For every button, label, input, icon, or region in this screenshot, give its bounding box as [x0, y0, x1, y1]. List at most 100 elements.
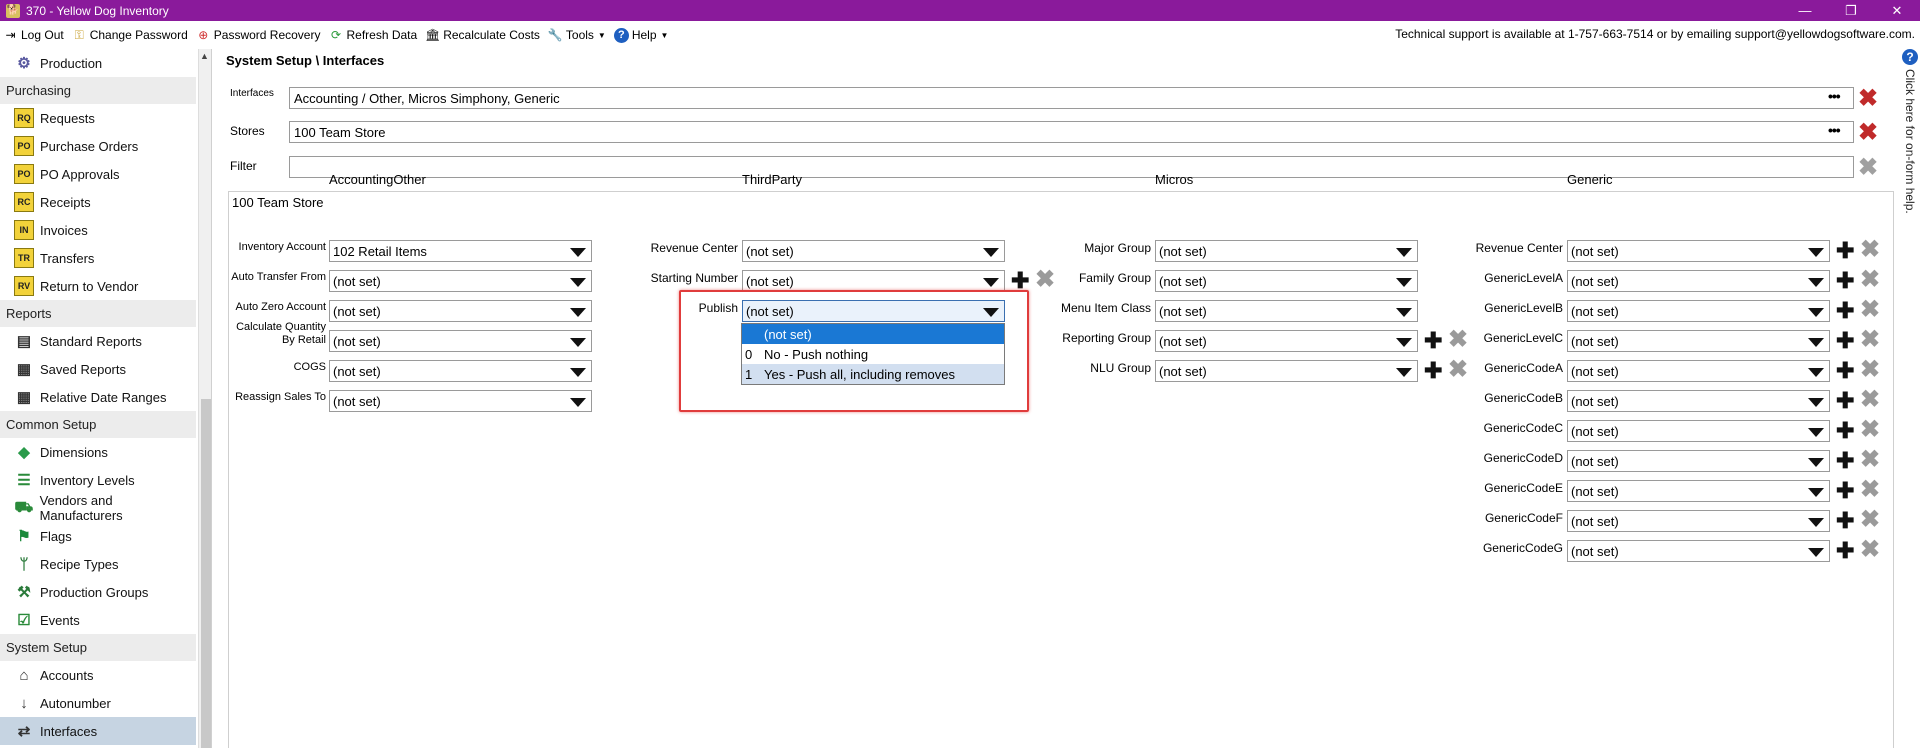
- micros-reporting-group-clear-button[interactable]: ✖: [1448, 328, 1468, 352]
- micros-reporting-group-dropdown[interactable]: (not set): [1155, 330, 1418, 352]
- dropdown-arrow-icon[interactable]: [1808, 338, 1824, 347]
- clear-interfaces-button[interactable]: ✖: [1857, 85, 1879, 112]
- sidebar-section-purchasing[interactable]: Purchasing: [0, 77, 196, 104]
- dropdown-arrow-icon[interactable]: [1808, 488, 1824, 497]
- generic-genericlevelb-clear-button[interactable]: ✖: [1860, 298, 1880, 322]
- refresh-data-button[interactable]: ⟳ Refresh Data: [325, 24, 420, 46]
- sidebar-section-common-setup[interactable]: Common Setup: [0, 411, 196, 438]
- sidebar-item-standard-reports[interactable]: ▤ Standard Reports: [0, 327, 196, 355]
- thirdparty-starting-number-clear-button[interactable]: ✖: [1035, 268, 1055, 292]
- generic-genericlevela-add-button[interactable]: ✚: [1836, 270, 1854, 292]
- generic-genericlevelb-add-button[interactable]: ✚: [1836, 300, 1854, 322]
- dropdown-arrow-icon[interactable]: [1396, 308, 1412, 317]
- thirdparty-publish-dropdown[interactable]: (not set): [742, 300, 1005, 322]
- dropdown-arrow-icon[interactable]: [983, 248, 999, 257]
- generic-genericlevela-clear-button[interactable]: ✖: [1860, 268, 1880, 292]
- micros-menu-item-class-dropdown[interactable]: (not set): [1155, 300, 1418, 322]
- micros-major-group-dropdown[interactable]: (not set): [1155, 240, 1418, 262]
- generic-genericcodea-add-button[interactable]: ✚: [1836, 360, 1854, 382]
- generic-genericcoded-add-button[interactable]: ✚: [1836, 450, 1854, 472]
- sidebar-item-requests[interactable]: RQ Requests: [0, 104, 196, 132]
- thirdparty-starting-number-dropdown[interactable]: (not set): [742, 270, 1005, 292]
- dropdown-arrow-icon[interactable]: [1808, 368, 1824, 377]
- clear-filter-button[interactable]: ✖: [1857, 154, 1879, 181]
- dropdown-arrow-icon[interactable]: [1808, 308, 1824, 317]
- stores-field[interactable]: 100 Team Store: [289, 121, 1854, 143]
- generic-genericcodea-dropdown[interactable]: (not set): [1567, 360, 1830, 382]
- accounting-cogs-dropdown[interactable]: (not set): [329, 360, 592, 382]
- sidebar-item-interfaces[interactable]: ⇄ Interfaces: [0, 717, 196, 745]
- generic-revenue-center-add-button[interactable]: ✚: [1836, 240, 1854, 262]
- generic-genericcodeb-dropdown[interactable]: (not set): [1567, 390, 1830, 412]
- sidebar-item-vendors-and-manufacturers[interactable]: ⛟ Vendors and Manufacturers: [0, 493, 196, 523]
- stores-ellipsis-button[interactable]: •••: [1828, 122, 1841, 138]
- generic-revenue-center-clear-button[interactable]: ✖: [1860, 238, 1880, 262]
- generic-genericcodeg-clear-button[interactable]: ✖: [1860, 538, 1880, 562]
- sidebar-item-events[interactable]: ☑ Events: [0, 606, 196, 634]
- generic-genericlevelc-clear-button[interactable]: ✖: [1860, 328, 1880, 352]
- generic-genericcodee-clear-button[interactable]: ✖: [1860, 478, 1880, 502]
- sidebar-item-inventory-levels[interactable]: ☰ Inventory Levels: [0, 466, 196, 494]
- generic-genericcodeb-add-button[interactable]: ✚: [1836, 390, 1854, 412]
- generic-genericcodef-clear-button[interactable]: ✖: [1860, 508, 1880, 532]
- minimize-button[interactable]: —: [1782, 0, 1828, 21]
- sidebar-item-return-to-vendor[interactable]: RV Return to Vendor: [0, 272, 196, 300]
- sidebar-item-receipts[interactable]: RC Receipts: [0, 188, 196, 216]
- generic-genericcodec-add-button[interactable]: ✚: [1836, 420, 1854, 442]
- sidebar-section-reports[interactable]: Reports: [0, 300, 196, 327]
- dropdown-arrow-icon[interactable]: [1396, 278, 1412, 287]
- generic-genericlevelc-add-button[interactable]: ✚: [1836, 330, 1854, 352]
- interfaces-field[interactable]: Accounting / Other, Micros Simphony, Gen…: [289, 87, 1854, 109]
- generic-genericlevelc-dropdown[interactable]: (not set): [1567, 330, 1830, 352]
- sidebar-item-purchase-orders[interactable]: PO Purchase Orders: [0, 132, 196, 160]
- dropdown-arrow-icon[interactable]: [570, 248, 586, 257]
- generic-genericcodeg-dropdown[interactable]: (not set): [1567, 540, 1830, 562]
- sidebar-item-accounts[interactable]: ⌂ Accounts: [0, 661, 196, 689]
- generic-genericcodea-clear-button[interactable]: ✖: [1860, 358, 1880, 382]
- tools-menu[interactable]: 🔧 Tools ▼: [545, 24, 609, 46]
- generic-genericlevela-dropdown[interactable]: (not set): [1567, 270, 1830, 292]
- thirdparty-revenue-center-dropdown[interactable]: (not set): [742, 240, 1005, 262]
- sidebar-item-transfers[interactable]: TR Transfers: [0, 244, 196, 272]
- close-button[interactable]: ✕: [1874, 0, 1920, 21]
- accounting-calculate-quantity-by-retail-dropdown[interactable]: (not set): [329, 330, 592, 352]
- generic-genericcodeg-add-button[interactable]: ✚: [1836, 540, 1854, 562]
- dropdown-arrow-icon[interactable]: [570, 398, 586, 407]
- accounting-reassign-sales-to-dropdown[interactable]: (not set): [329, 390, 592, 412]
- dropdown-arrow-icon[interactable]: [1396, 338, 1412, 347]
- sidebar-item-invoices[interactable]: IN Invoices: [0, 216, 196, 244]
- generic-genericcoded-dropdown[interactable]: (not set): [1567, 450, 1830, 472]
- change-password-button[interactable]: ⚿ Change Password: [69, 24, 191, 46]
- dropdown-arrow-icon[interactable]: [983, 278, 999, 287]
- dropdown-arrow-icon[interactable]: [1808, 548, 1824, 557]
- dropdown-arrow-icon[interactable]: [1808, 398, 1824, 407]
- scroll-up-icon[interactable]: ▲: [200, 51, 209, 61]
- sidebar-section-system-setup[interactable]: System Setup: [0, 634, 196, 661]
- generic-genericcodec-clear-button[interactable]: ✖: [1860, 418, 1880, 442]
- micros-nlu-group-clear-button[interactable]: ✖: [1448, 358, 1468, 382]
- accounting-auto-zero-account-dropdown[interactable]: (not set): [329, 300, 592, 322]
- generic-genericlevelb-dropdown[interactable]: (not set): [1567, 300, 1830, 322]
- password-recovery-button[interactable]: ⊕ Password Recovery: [193, 24, 324, 46]
- sidebar-item-production[interactable]: ⚙ Production: [0, 49, 196, 77]
- clear-stores-button[interactable]: ✖: [1857, 119, 1879, 146]
- generic-genericcodef-dropdown[interactable]: (not set): [1567, 510, 1830, 532]
- dropdown-arrow-icon[interactable]: [1808, 518, 1824, 527]
- generic-genericcodef-add-button[interactable]: ✚: [1836, 510, 1854, 532]
- sidebar-item-production-groups[interactable]: ⚒ Production Groups: [0, 578, 196, 606]
- dropdown-arrow-icon[interactable]: [1808, 458, 1824, 467]
- help-menu[interactable]: ? Help ▼: [611, 24, 672, 46]
- generic-genericcodee-add-button[interactable]: ✚: [1836, 480, 1854, 502]
- accounting-auto-transfer-from-dropdown[interactable]: (not set): [329, 270, 592, 292]
- dropdown-arrow-icon[interactable]: [983, 308, 999, 317]
- scrollbar-thumb[interactable]: [201, 399, 211, 748]
- generic-genericcodec-dropdown[interactable]: (not set): [1567, 420, 1830, 442]
- micros-nlu-group-add-button[interactable]: ✚: [1424, 360, 1442, 382]
- dropdown-arrow-icon[interactable]: [1808, 278, 1824, 287]
- accounting-inventory-account-dropdown[interactable]: 102 Retail Items: [329, 240, 592, 262]
- sidebar-scrollbar[interactable]: ▲: [198, 49, 211, 748]
- generic-genericcodeb-clear-button[interactable]: ✖: [1860, 388, 1880, 412]
- thirdparty-starting-number-add-button[interactable]: ✚: [1011, 270, 1029, 292]
- interfaces-ellipsis-button[interactable]: •••: [1828, 88, 1841, 104]
- generic-genericcoded-clear-button[interactable]: ✖: [1860, 448, 1880, 472]
